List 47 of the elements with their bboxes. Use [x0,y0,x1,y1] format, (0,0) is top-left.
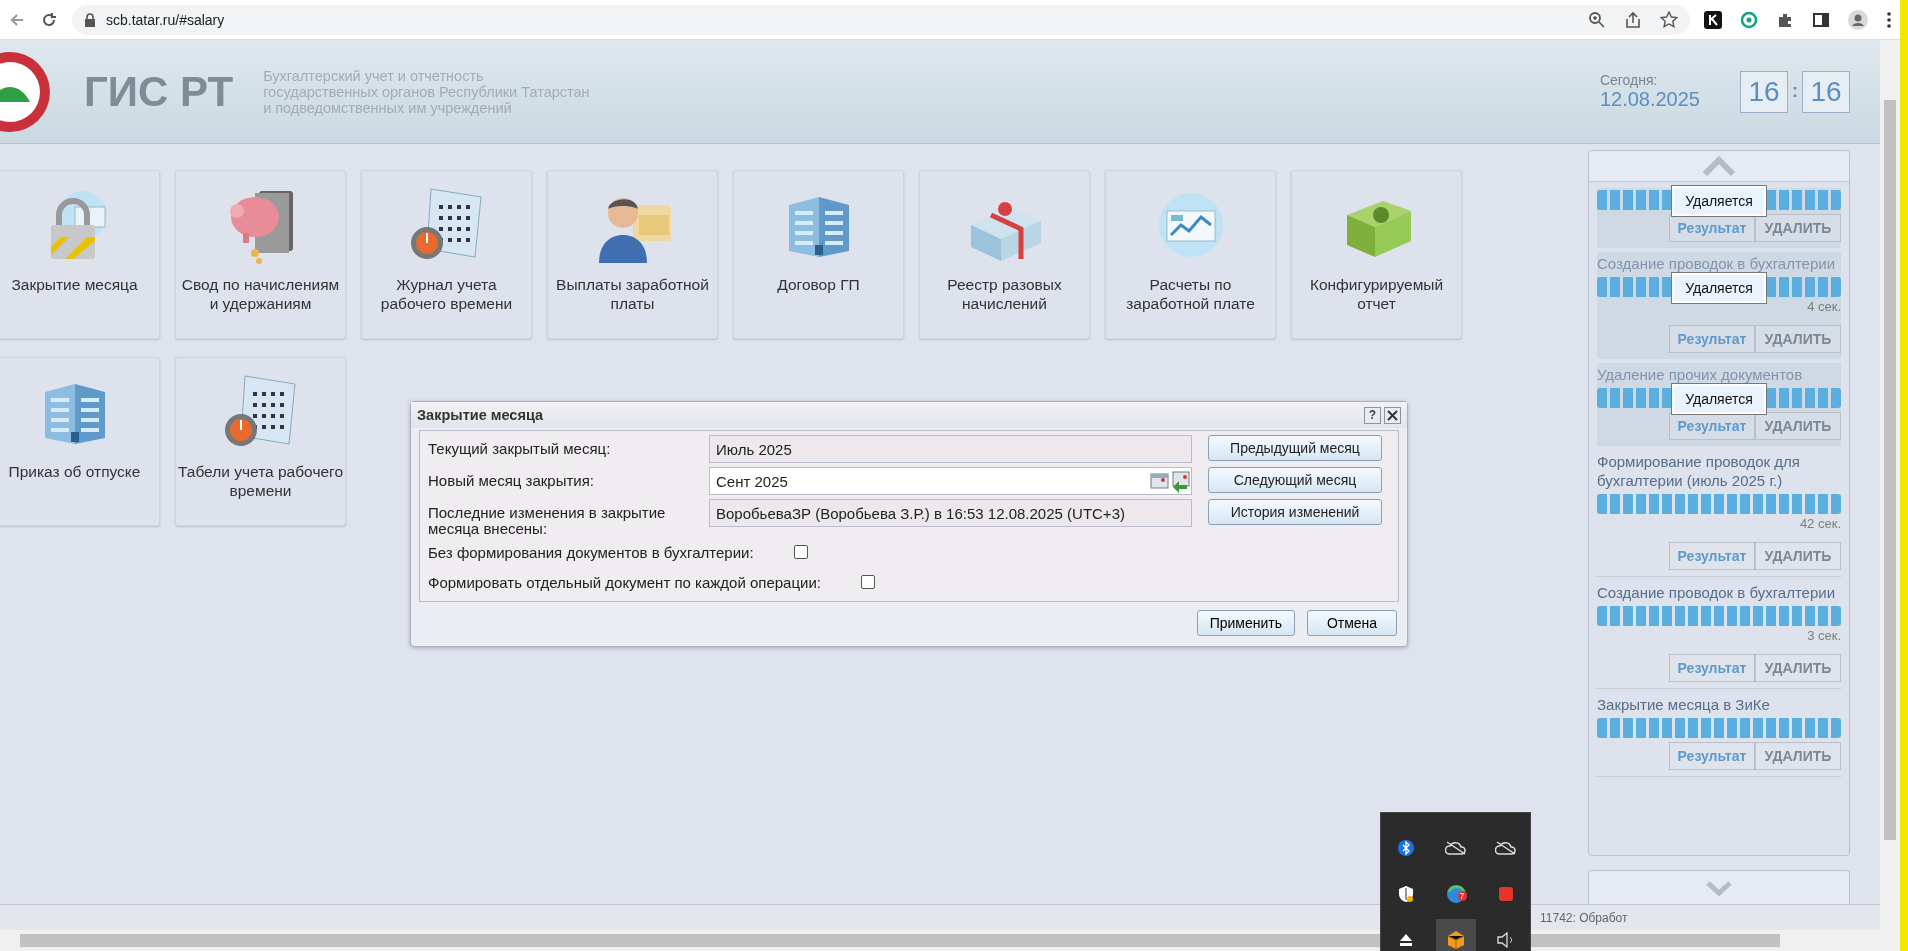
elapsed-time: 3 сек. [1806,628,1841,645]
deleting-label: Удаляется [1671,272,1767,305]
month-button[interactable]: Предыдущий месяц [1208,435,1382,461]
status-text: 11742: Обработ [1540,910,1628,925]
clock-minutes: 16 [1802,70,1850,113]
checkbox-label: Формировать отдельный документ по каждой операции: [428,573,821,591]
text-field[interactable]: Июль 2025 [709,435,1192,463]
deleting-label: Удаляется [1671,383,1767,416]
month-button[interactable]: Следующий месяц [1208,467,1382,493]
address-bar[interactable]: scb.tatar.ru/#salary [72,4,1690,35]
menu-tile[interactable]: Договор ГП [733,170,904,340]
menu-tile[interactable]: Конфигурируемый отчет [1291,170,1462,340]
elapsed-time: 42 сек. [1798,516,1841,533]
clock-separator: : [1792,81,1798,103]
dialog-button[interactable]: Применить [1196,610,1295,636]
menu-tile[interactable]: Реестр разовых начислений [919,170,1090,340]
field-value: Сент 2025 [716,472,788,490]
dialog-title: Закрытие месяца [417,407,545,423]
field-label: Новый месяц закрытия: [428,471,595,491]
date-field[interactable]: Сент 2025 [709,467,1192,495]
task-title: Формирование проводок для бухгалтерии (июль 2025 г.) [1597,452,1801,491]
clock-hours: 16 [1740,70,1788,113]
today-label: Сегодня: [1599,72,1659,89]
deleting-label: Удаляется [1671,185,1767,218]
notification-badge: 7 [1457,891,1467,901]
dialog-button[interactable]: Отмена [1307,610,1397,636]
task-title: Удаление прочих документов [1597,365,1804,385]
checkbox-label: Без формирования документов в бухгалтерии: [428,543,754,561]
menu-tile[interactable]: Расчеты по заработной плате [1105,170,1276,340]
menu-tile[interactable]: Свод по начислениям и удержаниям [175,170,346,340]
task-title: Закрытие месяца в ЗиКе [1597,695,1771,715]
field-label: Последние изменения в закрытие месяца внесены: [428,503,667,535]
month-button[interactable]: История изменений [1208,499,1382,525]
help-button[interactable]: ? [1364,406,1381,424]
elapsed-time: 4 сек. [1806,299,1841,316]
menu-tile[interactable]: Журнал учета рабочего времени [361,170,532,340]
menu-tile[interactable]: Закрытие месяца [0,170,160,340]
menu-tile[interactable]: Табели учета рабочего времени [175,357,346,527]
field-label: Текущий закрытый месяц: [428,439,612,459]
task-title: Создание проводок в бухгалтерии [1597,254,1837,274]
url-text: scb.tatar.ru/#salary [106,11,225,28]
menu-tile[interactable]: Приказ об отпуске [0,357,160,527]
task-title: Создание проводок в бухгалтерии [1597,583,1837,603]
logo-text: ГИС РТ [84,67,234,116]
menu-tile[interactable]: Выплаты заработной платы [547,170,718,340]
current-date: 12.08.2025 [1599,88,1700,112]
text-field[interactable]: ВоробьеваЗР (Воробьева З.Р.) в 16:53 12.08.2025 (UTC+3) [709,499,1192,527]
